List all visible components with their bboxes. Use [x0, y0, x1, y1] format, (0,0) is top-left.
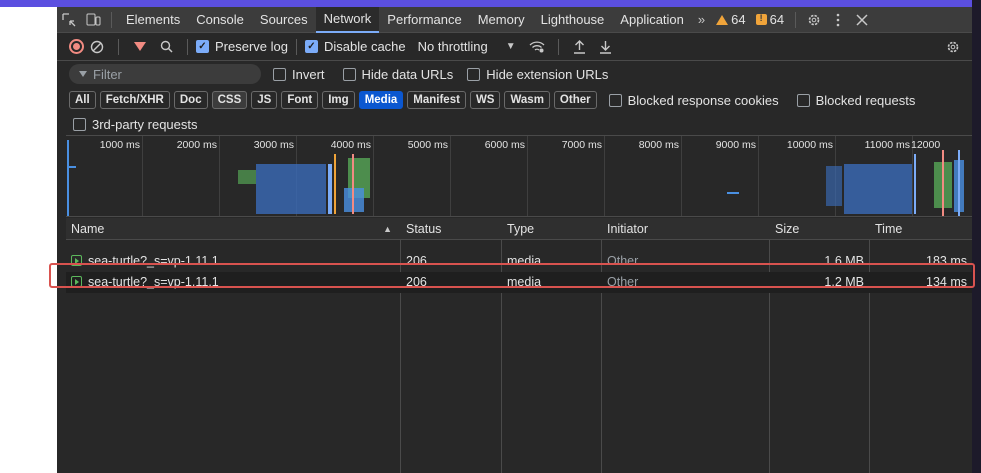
- network-conditions-icon[interactable]: [524, 40, 550, 53]
- type-chip-manifest[interactable]: Manifest: [407, 91, 466, 109]
- more-tabs-icon[interactable]: »: [692, 12, 711, 27]
- tab-lighthouse[interactable]: Lighthouse: [533, 7, 613, 33]
- throttling-value: No throttling: [417, 39, 488, 54]
- preserve-log-label: Preserve log: [215, 39, 288, 54]
- network-settings-gear-icon[interactable]: [940, 40, 966, 54]
- tab-elements[interactable]: Elements: [118, 7, 188, 33]
- requests-table: Name ▲ Status Type Initiator Size Time s…: [66, 218, 972, 473]
- filter-funnel-icon[interactable]: [127, 42, 153, 51]
- blocked-requests-checkbox[interactable]: Blocked requests: [796, 92, 916, 108]
- checkbox-unchecked[interactable]: [273, 67, 286, 81]
- column-header-status[interactable]: Status: [401, 218, 501, 240]
- devtools-panel: Elements Console Sources Network Perform…: [57, 6, 972, 473]
- type-chip-all[interactable]: All: [69, 91, 96, 109]
- toolbar-separator: [295, 38, 297, 55]
- warning-icon: [716, 14, 729, 25]
- column-header-size[interactable]: Size: [770, 218, 869, 240]
- blocked-requests-label: Blocked requests: [815, 92, 916, 108]
- import-har-icon[interactable]: [567, 39, 593, 54]
- issues-icon: [755, 13, 767, 25]
- hide-extension-urls-checkbox[interactable]: Hide extension URLs: [467, 67, 608, 82]
- export-har-icon[interactable]: [593, 40, 619, 54]
- network-toolbar: Preserve log Disable cache No throttling…: [57, 33, 972, 61]
- toolbar-separator: [557, 38, 559, 55]
- column-header-name[interactable]: Name ▲: [66, 218, 400, 240]
- table-header: Name ▲ Status Type Initiator Size Time: [66, 218, 972, 240]
- filter-bar: Filter Invert Hide data URLs Hide extens…: [57, 62, 972, 86]
- more-options-icon[interactable]: [826, 7, 850, 33]
- network-overview-timeline[interactable]: 1000 ms 2000 ms 3000 ms 4000 ms 5000 ms …: [66, 135, 972, 217]
- settings-gear-icon[interactable]: [802, 7, 826, 33]
- tab-console[interactable]: Console: [188, 7, 252, 33]
- window-edge: [972, 0, 981, 473]
- blocked-cookies-label: Blocked response cookies: [627, 92, 779, 108]
- invert-checkbox[interactable]: Invert: [273, 67, 325, 82]
- issues-count: 64: [769, 12, 785, 27]
- warnings-badge[interactable]: 64: [711, 12, 750, 27]
- filter-icon: [79, 71, 87, 77]
- sort-ascending-icon: ▲: [383, 224, 392, 234]
- column-header-type[interactable]: Type: [502, 218, 601, 240]
- type-chip-fetch-xhr[interactable]: Fetch/XHR: [99, 91, 170, 109]
- throttling-select[interactable]: No throttling ▼: [418, 39, 516, 54]
- close-devtools-icon[interactable]: [850, 7, 874, 33]
- inspect-element-icon[interactable]: [57, 7, 81, 33]
- type-chip-js[interactable]: JS: [251, 91, 278, 109]
- type-chip-doc[interactable]: Doc: [173, 91, 208, 109]
- type-chip-font[interactable]: Font: [281, 91, 319, 109]
- type-chip-ws[interactable]: WS: [469, 91, 501, 109]
- type-chip-img[interactable]: Img: [322, 91, 355, 109]
- third-party-checkbox[interactable]: 3rd-party requests: [73, 117, 198, 132]
- device-toolbar-icon[interactable]: [81, 7, 105, 33]
- third-party-label: 3rd-party requests: [92, 116, 198, 132]
- toolbar-separator: [187, 38, 188, 55]
- preserve-log-checkbox[interactable]: Preserve log: [196, 39, 288, 54]
- checkbox-unchecked[interactable]: [467, 67, 481, 81]
- hide-extension-urls-label: Hide extension URLs: [486, 66, 609, 82]
- stop-recording-icon[interactable]: [69, 39, 84, 54]
- type-chip-wasm[interactable]: Wasm: [504, 91, 550, 109]
- hide-data-urls-label: Hide data URLs: [361, 66, 454, 82]
- tab-application[interactable]: Application: [612, 7, 692, 33]
- toolbar-separator: [118, 38, 119, 55]
- checkbox-unchecked[interactable]: [608, 93, 622, 107]
- warnings-count: 64: [731, 12, 746, 27]
- checkbox-unchecked[interactable]: [342, 67, 356, 81]
- issues-badge[interactable]: 64: [751, 12, 789, 27]
- type-chip-media[interactable]: Media: [358, 91, 404, 109]
- type-chip-other[interactable]: Other: [553, 91, 597, 109]
- third-party-bar: 3rd-party requests: [57, 113, 972, 135]
- column-header-initiator[interactable]: Initiator: [602, 218, 769, 240]
- devtools-tabbar: Elements Console Sources Network Perform…: [57, 6, 972, 33]
- filter-placeholder: Filter: [93, 66, 122, 82]
- page-area: [0, 7, 57, 473]
- tab-performance[interactable]: Performance: [379, 7, 469, 33]
- tab-network[interactable]: Network: [315, 6, 380, 33]
- disable-cache-checkbox[interactable]: Disable cache: [304, 39, 406, 54]
- blocked-cookies-checkbox[interactable]: Blocked response cookies: [608, 92, 779, 108]
- clear-icon[interactable]: [84, 40, 110, 54]
- filter-input[interactable]: Filter: [69, 64, 261, 84]
- tab-memory[interactable]: Memory: [470, 7, 533, 33]
- search-icon[interactable]: [153, 40, 179, 53]
- column-header-time[interactable]: Time: [870, 218, 972, 240]
- checkbox-checked[interactable]: [196, 40, 209, 53]
- checkbox-unchecked[interactable]: [73, 117, 86, 131]
- type-chip-css[interactable]: CSS: [211, 91, 248, 109]
- row-highlight-annotation: [49, 263, 975, 288]
- resource-type-filter: All Fetch/XHR Doc CSS JS Font Img Media …: [57, 88, 972, 112]
- tabbar-separator: [795, 11, 797, 28]
- timeline-request-bars: [67, 140, 964, 216]
- tab-sources[interactable]: Sources: [252, 7, 316, 33]
- invert-label: Invert: [292, 66, 325, 82]
- hide-data-urls-checkbox[interactable]: Hide data URLs: [342, 66, 454, 82]
- checkbox-unchecked[interactable]: [796, 93, 810, 107]
- tabbar-separator: [111, 11, 112, 28]
- checkbox-checked[interactable]: [304, 40, 318, 53]
- disable-cache-label: Disable cache: [323, 39, 406, 54]
- dropdown-arrow-icon: ▼: [505, 41, 516, 52]
